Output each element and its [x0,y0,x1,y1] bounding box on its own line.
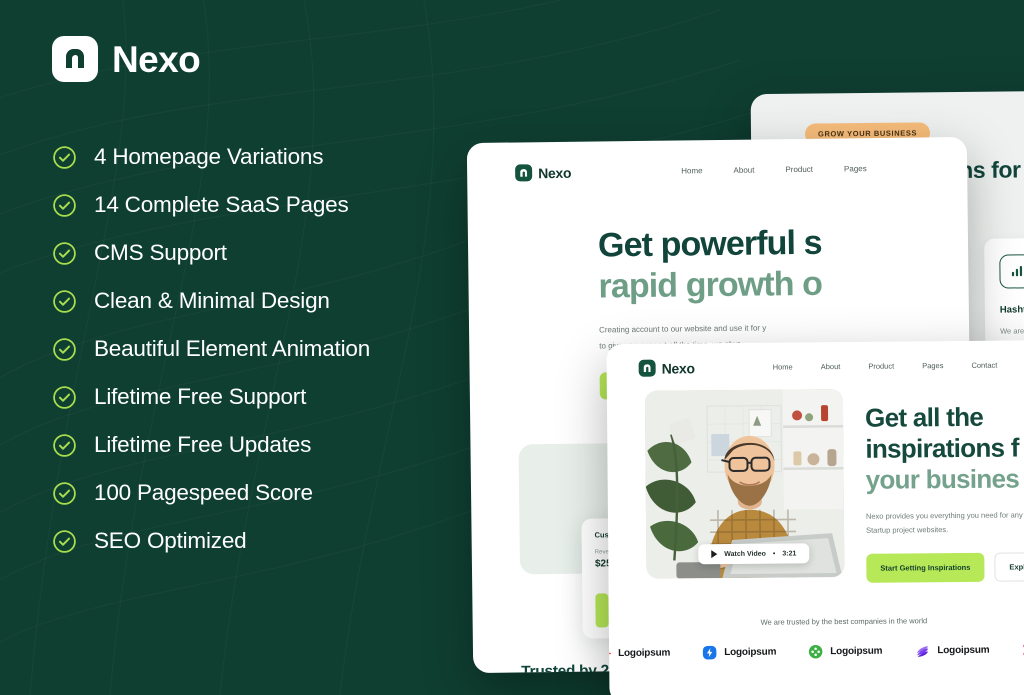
paragraph-line-1: Nexo provides you everything you need fo… [865,509,1024,521]
brand-name: Nexo [538,164,572,181]
paragraph-line-2: Startup project websites. [866,524,949,535]
feature-label: Beautiful Element Animation [94,336,371,361]
check-circle-icon [53,241,76,265]
feature-label: Lifetime Free Updates [94,432,312,457]
heading-line-2: inspirations f [865,432,1019,464]
start-getting-inspirations-button[interactable]: Start Getting Inspirations [866,552,985,583]
circle-cross-icon [809,645,823,659]
nav-item-home[interactable]: Home [681,166,702,175]
trusted-line-1: Trusted by 22 [521,662,618,674]
bar-chart-icon [999,254,1024,289]
feature-label: Lifetime Free Support [94,384,307,409]
brand-name: Nexo [661,359,695,377]
video-duration: 3:21 [782,549,797,558]
feature-card-title: Hashtag Growth [999,304,1024,316]
trust-heading: We are trusted by the best companies in … [760,616,928,627]
bar [595,593,609,628]
nav-item-about[interactable]: About [733,166,754,175]
mockup-navbar: Nexo Home About Product Pages [467,137,967,182]
list-item: SEO Optimized [52,528,472,554]
nexo-logo-icon [638,359,656,377]
nav-item-home[interactable]: Home [773,362,793,371]
client-logo: Logoipsum [914,643,989,659]
feature-label: Clean & Minimal Design [94,288,330,313]
feature-label: 4 Homepage Variations [94,144,324,169]
client-logo-label: Logoipsum [618,647,671,660]
hero-paragraph: Nexo provides you everything you need fo… [866,508,1024,538]
cta-group: Start Getting Inspirations Explore More [866,552,1024,583]
feature-label: CMS Support [94,240,227,265]
hero-section: Watch Video • 3:21 Get all the inspirati… [607,373,1024,585]
list-item: Clean & Minimal Design [52,288,472,314]
page-title: Get powerful s rapid growth o [598,221,969,308]
watch-video-label: Watch Video [724,550,766,558]
check-circle-icon [53,289,76,313]
nexo-logo-icon [52,36,98,82]
check-circle-icon [53,337,76,361]
list-item: CMS Support [52,240,472,266]
nexo-logo-icon [515,164,533,182]
list-item: Lifetime Free Support [52,384,472,410]
client-logo-label: Logoipsum [724,646,777,659]
client-logo: Logoipsum [702,645,776,661]
check-circle-icon [53,145,76,169]
client-logo: Logoipsum [808,644,882,660]
hero-text: Get all the inspirations f your busines … [865,387,1024,583]
client-logo-label: Logoipsum [937,644,990,657]
check-circle-icon [53,193,76,217]
nav-item-contact[interactable]: Contact [971,361,997,370]
client-logo-label: Logoipsum [830,645,883,658]
feature-label: SEO Optimized [94,528,247,553]
brand-lockup[interactable]: Nexo [638,359,695,377]
client-logo: Logoipsum [606,646,670,662]
feature-label: 100 Pagespeed Score [94,480,313,505]
watch-video-button[interactable]: Watch Video • 3:21 [698,543,810,565]
play-icon [711,550,718,559]
brand-name: Nexo [112,38,201,80]
panel-inspirations: Nexo Home About Product Pages Contact Wa… [606,339,1024,695]
list-item: 100 Pagespeed Score [52,480,472,506]
nav-item-pages[interactable]: Pages [922,361,943,370]
separator-dot: • [772,550,776,558]
heading-line-2: rapid growth o [598,265,823,306]
mockup-navbar: Nexo Home About Product Pages Contact [606,340,1024,377]
nav-item-about[interactable]: About [821,362,841,371]
nav-menu: Home About Product Pages [681,164,867,175]
feature-list: 4 Homepage Variations 14 Complete SaaS P… [52,144,472,554]
brand-lockup: Nexo [52,36,472,82]
lightning-square-icon [702,645,717,660]
trusted-heading: Trusted by 22 digital brands [521,661,619,673]
explore-more-button[interactable]: Explore More [994,552,1024,582]
list-item: 14 Complete SaaS Pages [52,192,472,218]
list-item: Lifetime Free Updates [52,432,472,458]
page-title: Get all the inspirations f your busines [865,401,1024,496]
nav-menu: Home About Product Pages Contact [773,361,998,372]
brand-lockup[interactable]: Nexo [515,164,571,182]
check-circle-icon [53,385,76,409]
heading-line-1: Get all the [864,401,984,433]
hero-photo: Watch Video • 3:21 [644,388,845,579]
heading-line-3: your busines [865,463,1020,496]
nav-item-pages[interactable]: Pages [844,164,867,173]
list-item: Beautiful Element Animation [52,336,472,362]
nav-item-product[interactable]: Product [785,165,813,174]
nav-item-product[interactable]: Product [868,362,894,371]
heading-line-1: Get powerful s [597,223,822,265]
left-content-column: Nexo 4 Homepage Variations 14 Complete S… [52,36,472,576]
client-logo-strip: Logoipsum Logoipsum Logoipsum Logoipsum [606,642,1024,662]
striped-sphere-icon [917,646,929,657]
feature-label: 14 Complete SaaS Pages [94,192,349,217]
list-item: 4 Homepage Variations [52,144,472,170]
check-circle-icon [53,529,76,553]
check-circle-icon [53,481,76,505]
check-circle-icon [53,433,76,457]
